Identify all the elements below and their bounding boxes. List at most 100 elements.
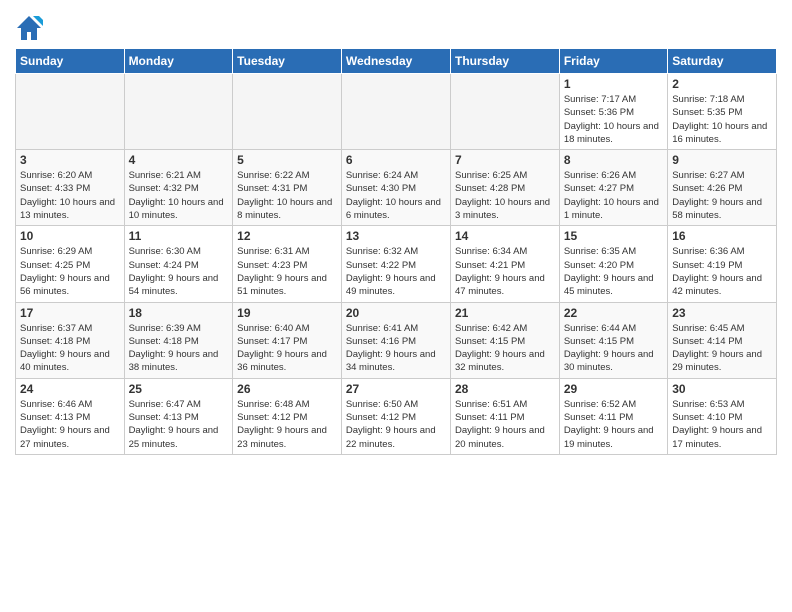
calendar-cell: 13 Sunrise: 6:32 AM Sunset: 4:22 PM Dayli… <box>341 226 450 302</box>
day-number: 22 <box>564 306 663 320</box>
calendar-cell: 25 Sunrise: 6:47 AM Sunset: 4:13 PM Dayli… <box>124 378 233 454</box>
day-info: Sunrise: 6:45 AM Sunset: 4:14 PM Dayligh… <box>672 322 772 375</box>
day-info: Sunrise: 6:34 AM Sunset: 4:21 PM Dayligh… <box>455 245 555 298</box>
week-row-5: 24 Sunrise: 6:46 AM Sunset: 4:13 PM Dayli… <box>16 378 777 454</box>
day-info: Sunrise: 6:52 AM Sunset: 4:11 PM Dayligh… <box>564 398 663 451</box>
day-number: 7 <box>455 153 555 167</box>
calendar-cell: 22 Sunrise: 6:44 AM Sunset: 4:15 PM Dayli… <box>559 302 667 378</box>
day-number: 25 <box>129 382 229 396</box>
calendar-cell: 20 Sunrise: 6:41 AM Sunset: 4:16 PM Dayli… <box>341 302 450 378</box>
day-info: Sunrise: 6:41 AM Sunset: 4:16 PM Dayligh… <box>346 322 446 375</box>
calendar-cell: 18Sunrise: 6:39 AM Sunset: 4:18 PM Dayli… <box>124 302 233 378</box>
weekday-header-thursday: Thursday <box>450 49 559 74</box>
calendar-cell: 28 Sunrise: 6:51 AM Sunset: 4:11 PM Dayli… <box>450 378 559 454</box>
week-row-3: 10 Sunrise: 6:29 AM Sunset: 4:25 PM Dayli… <box>16 226 777 302</box>
calendar-cell: 12 Sunrise: 6:31 AM Sunset: 4:23 PM Dayli… <box>233 226 342 302</box>
day-number: 19 <box>237 306 337 320</box>
page-header <box>15 10 777 42</box>
day-info: Sunrise: 6:46 AM Sunset: 4:13 PM Dayligh… <box>20 398 120 451</box>
calendar-cell: 15 Sunrise: 6:35 AM Sunset: 4:20 PM Dayli… <box>559 226 667 302</box>
calendar-table: SundayMondayTuesdayWednesdayThursdayFrid… <box>15 48 777 455</box>
week-row-1: 1Sunrise: 7:17 AM Sunset: 5:36 PM Daylig… <box>16 74 777 150</box>
day-number: 12 <box>237 229 337 243</box>
day-number: 28 <box>455 382 555 396</box>
calendar-cell: 3 Sunrise: 6:20 AM Sunset: 4:33 PM Daylig… <box>16 150 125 226</box>
day-number: 5 <box>237 153 337 167</box>
week-row-2: 3 Sunrise: 6:20 AM Sunset: 4:33 PM Daylig… <box>16 150 777 226</box>
day-info: Sunrise: 6:22 AM Sunset: 4:31 PM Dayligh… <box>237 169 337 222</box>
day-number: 21 <box>455 306 555 320</box>
calendar-cell: 16 Sunrise: 6:36 AM Sunset: 4:19 PM Dayli… <box>668 226 777 302</box>
calendar-cell: 14Sunrise: 6:34 AM Sunset: 4:21 PM Dayli… <box>450 226 559 302</box>
calendar-cell: 29 Sunrise: 6:52 AM Sunset: 4:11 PM Dayli… <box>559 378 667 454</box>
day-number: 16 <box>672 229 772 243</box>
day-number: 18 <box>129 306 229 320</box>
day-info: Sunrise: 6:25 AM Sunset: 4:28 PM Dayligh… <box>455 169 555 222</box>
calendar-cell: 27Sunrise: 6:50 AM Sunset: 4:12 PM Dayli… <box>341 378 450 454</box>
day-info: Sunrise: 6:47 AM Sunset: 4:13 PM Dayligh… <box>129 398 229 451</box>
calendar-cell: 30Sunrise: 6:53 AM Sunset: 4:10 PM Dayli… <box>668 378 777 454</box>
day-info: Sunrise: 6:51 AM Sunset: 4:11 PM Dayligh… <box>455 398 555 451</box>
day-info: Sunrise: 6:44 AM Sunset: 4:15 PM Dayligh… <box>564 322 663 375</box>
day-number: 6 <box>346 153 446 167</box>
day-number: 11 <box>129 229 229 243</box>
day-info: Sunrise: 6:30 AM Sunset: 4:24 PM Dayligh… <box>129 245 229 298</box>
day-number: 2 <box>672 77 772 91</box>
day-number: 20 <box>346 306 446 320</box>
weekday-header-saturday: Saturday <box>668 49 777 74</box>
calendar-cell: 2Sunrise: 7:18 AM Sunset: 5:35 PM Daylig… <box>668 74 777 150</box>
calendar-cell <box>124 74 233 150</box>
day-info: Sunrise: 6:48 AM Sunset: 4:12 PM Dayligh… <box>237 398 337 451</box>
day-info: Sunrise: 6:32 AM Sunset: 4:22 PM Dayligh… <box>346 245 446 298</box>
day-number: 4 <box>129 153 229 167</box>
weekday-header-tuesday: Tuesday <box>233 49 342 74</box>
calendar-cell: 4Sunrise: 6:21 AM Sunset: 4:32 PM Daylig… <box>124 150 233 226</box>
day-info: Sunrise: 6:40 AM Sunset: 4:17 PM Dayligh… <box>237 322 337 375</box>
calendar-cell: 17 Sunrise: 6:37 AM Sunset: 4:18 PM Dayli… <box>16 302 125 378</box>
calendar-cell <box>341 74 450 150</box>
day-number: 8 <box>564 153 663 167</box>
calendar-cell: 5 Sunrise: 6:22 AM Sunset: 4:31 PM Daylig… <box>233 150 342 226</box>
calendar-cell: 7 Sunrise: 6:25 AM Sunset: 4:28 PM Daylig… <box>450 150 559 226</box>
day-number: 15 <box>564 229 663 243</box>
day-info: Sunrise: 6:24 AM Sunset: 4:30 PM Dayligh… <box>346 169 446 222</box>
calendar-cell: 19 Sunrise: 6:40 AM Sunset: 4:17 PM Dayli… <box>233 302 342 378</box>
week-row-4: 17 Sunrise: 6:37 AM Sunset: 4:18 PM Dayli… <box>16 302 777 378</box>
day-info: Sunrise: 6:53 AM Sunset: 4:10 PM Dayligh… <box>672 398 772 451</box>
calendar-cell: 23 Sunrise: 6:45 AM Sunset: 4:14 PM Dayli… <box>668 302 777 378</box>
calendar-cell: 24 Sunrise: 6:46 AM Sunset: 4:13 PM Dayli… <box>16 378 125 454</box>
calendar-cell <box>16 74 125 150</box>
day-number: 23 <box>672 306 772 320</box>
day-number: 13 <box>346 229 446 243</box>
day-number: 3 <box>20 153 120 167</box>
day-info: Sunrise: 6:35 AM Sunset: 4:20 PM Dayligh… <box>564 245 663 298</box>
calendar-cell: 10 Sunrise: 6:29 AM Sunset: 4:25 PM Dayli… <box>16 226 125 302</box>
day-number: 10 <box>20 229 120 243</box>
day-number: 17 <box>20 306 120 320</box>
day-info: Sunrise: 6:26 AM Sunset: 4:27 PM Dayligh… <box>564 169 663 222</box>
logo <box>15 14 47 42</box>
weekday-header-sunday: Sunday <box>16 49 125 74</box>
day-number: 27 <box>346 382 446 396</box>
day-info: Sunrise: 6:29 AM Sunset: 4:25 PM Dayligh… <box>20 245 120 298</box>
calendar-cell: 11 Sunrise: 6:30 AM Sunset: 4:24 PM Dayli… <box>124 226 233 302</box>
calendar-cell <box>450 74 559 150</box>
day-info: Sunrise: 6:20 AM Sunset: 4:33 PM Dayligh… <box>20 169 120 222</box>
calendar-cell <box>233 74 342 150</box>
day-info: Sunrise: 6:42 AM Sunset: 4:15 PM Dayligh… <box>455 322 555 375</box>
logo-icon <box>15 14 43 42</box>
weekday-header-wednesday: Wednesday <box>341 49 450 74</box>
calendar-cell: 9 Sunrise: 6:27 AM Sunset: 4:26 PM Daylig… <box>668 150 777 226</box>
day-info: Sunrise: 6:31 AM Sunset: 4:23 PM Dayligh… <box>237 245 337 298</box>
day-info: Sunrise: 6:37 AM Sunset: 4:18 PM Dayligh… <box>20 322 120 375</box>
weekday-header-row: SundayMondayTuesdayWednesdayThursdayFrid… <box>16 49 777 74</box>
calendar-cell: 26Sunrise: 6:48 AM Sunset: 4:12 PM Dayli… <box>233 378 342 454</box>
day-number: 9 <box>672 153 772 167</box>
day-number: 29 <box>564 382 663 396</box>
calendar-cell: 6 Sunrise: 6:24 AM Sunset: 4:30 PM Daylig… <box>341 150 450 226</box>
day-info: Sunrise: 6:36 AM Sunset: 4:19 PM Dayligh… <box>672 245 772 298</box>
calendar-cell: 21 Sunrise: 6:42 AM Sunset: 4:15 PM Dayli… <box>450 302 559 378</box>
day-number: 24 <box>20 382 120 396</box>
day-info: Sunrise: 7:17 AM Sunset: 5:36 PM Dayligh… <box>564 93 663 146</box>
day-info: Sunrise: 6:27 AM Sunset: 4:26 PM Dayligh… <box>672 169 772 222</box>
